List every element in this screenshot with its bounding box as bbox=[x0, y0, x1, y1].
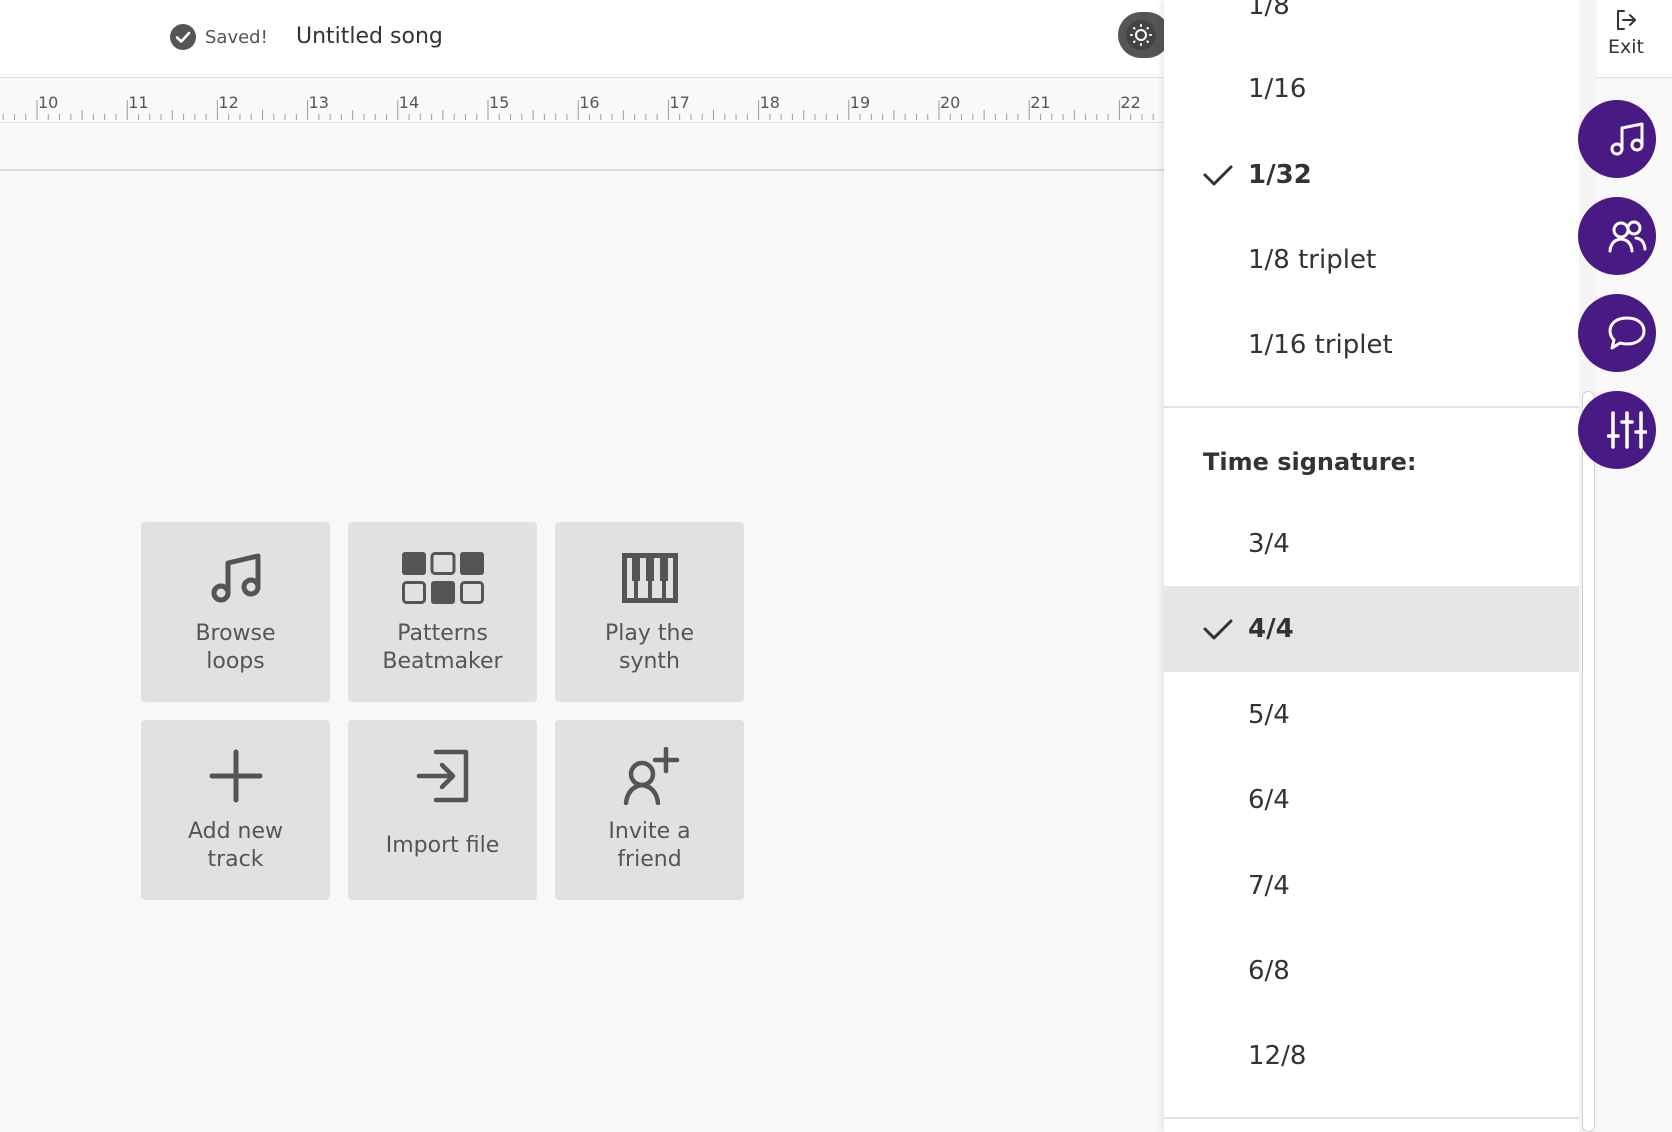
grid-option-1-16-triplet[interactable]: 1/16 triplet bbox=[1164, 302, 1579, 388]
add-new-track-button[interactable]: Add new track bbox=[141, 720, 330, 900]
divider bbox=[1164, 1117, 1579, 1119]
ruler-bar-number: 16 bbox=[579, 93, 600, 112]
pattern-grid-icon bbox=[401, 548, 485, 608]
option-label: 7/4 bbox=[1248, 871, 1290, 901]
checkmark-icon bbox=[1203, 619, 1233, 640]
song-title[interactable]: Untitled song bbox=[296, 22, 443, 52]
invite-friend-button[interactable]: Invite a friend bbox=[555, 720, 744, 900]
exit-icon bbox=[1617, 10, 1636, 30]
option-label: 1/32 bbox=[1248, 160, 1312, 190]
chat-icon bbox=[1608, 316, 1646, 350]
ruler-bar-number: 20 bbox=[940, 93, 961, 112]
time-signature-5-4[interactable]: 5/4 bbox=[1164, 672, 1579, 758]
option-label: 6/8 bbox=[1248, 956, 1290, 986]
time-signature-label: Time signature: bbox=[1203, 448, 1417, 476]
ruler-bar-number: 10 bbox=[38, 93, 59, 112]
grid-option-1-16[interactable]: 1/16 bbox=[1164, 46, 1579, 132]
option-label: 4/4 bbox=[1248, 614, 1294, 644]
option-label: 3/4 bbox=[1248, 529, 1290, 559]
ruler-bar-number: 21 bbox=[1030, 93, 1051, 112]
sun-icon bbox=[1126, 20, 1156, 50]
dropdown-scrollbar-thumb[interactable] bbox=[1582, 391, 1595, 1132]
tile-label: Add new track bbox=[187, 819, 284, 872]
settings-dropdown: 1/8 1/16 1/32 1/8 triplet 1/16 triplet T… bbox=[1164, 0, 1579, 1132]
option-label: 1/8 bbox=[1248, 0, 1290, 21]
tile-label: Patterns Beatmaker bbox=[382, 621, 503, 674]
tile-label: Import file bbox=[385, 833, 500, 858]
music-icon bbox=[1610, 122, 1644, 156]
action-tiles: Browse loops Patterns Beatmaker Play the… bbox=[141, 522, 744, 900]
piano-keys-icon bbox=[621, 548, 678, 608]
music-panel-button[interactable] bbox=[1578, 100, 1656, 178]
tile-label: Invite a friend bbox=[608, 819, 691, 872]
time-signature-4-4[interactable]: 4/4 bbox=[1164, 586, 1579, 672]
plus-icon bbox=[209, 746, 263, 806]
ruler-bar-number: 19 bbox=[849, 93, 871, 112]
tile-label: Browse loops bbox=[195, 621, 276, 674]
grid-option-1-32[interactable]: 1/32 bbox=[1164, 132, 1579, 218]
ruler-bar-number: 14 bbox=[398, 93, 420, 112]
ruler-bar-number: 15 bbox=[489, 93, 510, 112]
tile-label: Play the synth bbox=[605, 621, 694, 674]
collaborators-icon bbox=[1608, 220, 1647, 253]
ruler-bar-number: 11 bbox=[128, 93, 149, 112]
time-signature-3-4[interactable]: 3/4 bbox=[1164, 501, 1579, 587]
grid-option-1-8[interactable]: 1/8 bbox=[1164, 0, 1579, 49]
add-person-icon bbox=[620, 746, 680, 806]
ruler-bar-number: 12 bbox=[218, 93, 239, 112]
check-circle-icon bbox=[170, 24, 196, 50]
save-status: Saved! bbox=[169, 22, 268, 52]
exit-label: Exit bbox=[1608, 36, 1644, 58]
ruler-bar-number: 13 bbox=[308, 93, 329, 112]
option-label: 1/16 bbox=[1248, 74, 1307, 104]
music-note-icon bbox=[208, 548, 264, 608]
time-signature-7-4[interactable]: 7/4 bbox=[1164, 843, 1579, 929]
option-label: 6/4 bbox=[1248, 785, 1290, 815]
chat-button[interactable] bbox=[1578, 294, 1656, 372]
divider bbox=[1164, 406, 1579, 408]
browse-loops-button[interactable]: Browse loops bbox=[141, 522, 330, 702]
collaborators-button[interactable] bbox=[1578, 197, 1656, 275]
option-label: 1/8 triplet bbox=[1248, 245, 1377, 275]
ruler-bar-number: 17 bbox=[669, 93, 690, 112]
mixer-icon bbox=[1607, 411, 1647, 449]
import-icon bbox=[416, 746, 470, 806]
time-signature-12-8[interactable]: 12/8 bbox=[1164, 1013, 1579, 1099]
time-signature-6-8[interactable]: 6/8 bbox=[1164, 928, 1579, 1014]
option-label: 5/4 bbox=[1248, 700, 1290, 730]
play-synth-button[interactable]: Play the synth bbox=[555, 522, 744, 702]
theme-toggle[interactable] bbox=[1118, 12, 1170, 58]
patterns-beatmaker-button[interactable]: Patterns Beatmaker bbox=[348, 522, 537, 702]
ruler-bar-number: 18 bbox=[759, 93, 780, 112]
exit-button[interactable]: Exit bbox=[1596, 8, 1656, 58]
option-label: 12/8 bbox=[1248, 1041, 1307, 1071]
mixer-button[interactable] bbox=[1578, 391, 1656, 469]
timeline-ruler[interactable]: 10 11 12 13 14 15 16 17 18 19 20 21 22 bbox=[0, 78, 1170, 123]
time-signature-6-4[interactable]: 6/4 bbox=[1164, 757, 1579, 843]
timeline-header bbox=[0, 123, 1170, 171]
saved-label: Saved! bbox=[205, 26, 268, 48]
checkmark-icon bbox=[1203, 165, 1233, 186]
option-label: 1/16 triplet bbox=[1248, 330, 1393, 360]
import-file-button[interactable]: Import file bbox=[348, 720, 537, 900]
ruler-bar-number: 22 bbox=[1120, 93, 1141, 112]
grid-option-1-8-triplet[interactable]: 1/8 triplet bbox=[1164, 217, 1579, 303]
